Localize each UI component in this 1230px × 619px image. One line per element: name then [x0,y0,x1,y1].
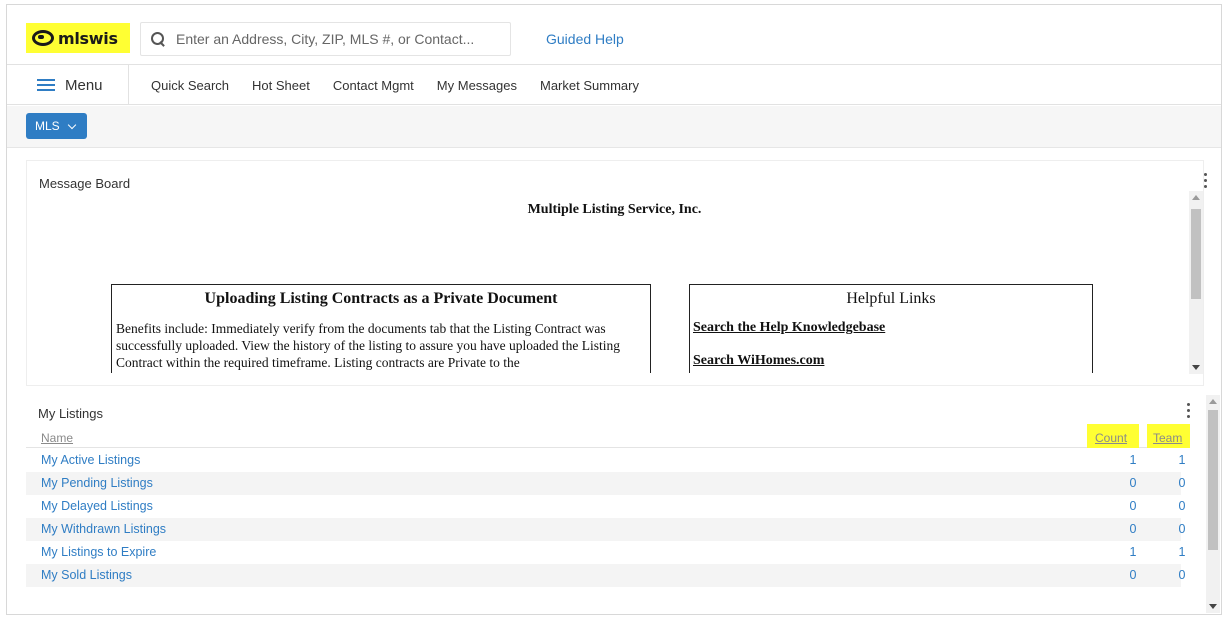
logo[interactable]: mlswis [26,23,130,53]
listing-count[interactable]: 0 [1127,499,1139,513]
scroll-up-icon[interactable] [1192,195,1200,200]
nav-item-market-summary[interactable]: Market Summary [540,78,639,93]
listing-count[interactable]: 0 [1127,568,1139,582]
wihomes-link[interactable]: Search WiHomes.com [693,353,1089,369]
message-board-title: Message Board [39,176,131,191]
listing-name-link[interactable]: My Listings to Expire [41,545,156,559]
hamburger-icon [37,79,55,91]
top-header: mlswis Guided Help [7,5,1221,65]
help-knowledgebase-link[interactable]: Search the Help Knowledgebase [693,320,1089,336]
table-row: My Listings to Expire 1 1 [26,541,1185,564]
message-board-panel: Message Board Multiple Listing Service, … [26,160,1207,386]
listing-count[interactable]: 0 [1127,476,1139,490]
listings-table-header: Name Count Team [26,424,1190,448]
table-row: My Withdrawn Listings 0 0 [26,518,1185,541]
listing-team[interactable]: 0 [1176,568,1188,582]
listing-name-link[interactable]: My Delayed Listings [41,499,153,513]
upload-contracts-title: Uploading Listing Contracts as a Private… [204,290,558,307]
helpful-links-title: Helpful Links [846,290,936,307]
my-listings-panel: My Listings Name Count Team My Active Li… [26,390,1204,610]
nav-item-my-messages[interactable]: My Messages [437,78,517,93]
logo-icon [32,30,54,46]
guided-help-link[interactable]: Guided Help [546,31,624,47]
table-row: My Pending Listings 0 0 [26,472,1185,495]
search-box[interactable] [140,22,511,56]
nav-item-contact-mgmt[interactable]: Contact Mgmt [333,78,414,93]
scroll-down-icon[interactable] [1209,604,1217,609]
nav-item-quick-search[interactable]: Quick Search [151,78,229,93]
upload-contracts-box: Uploading Listing Contracts as a Private… [111,284,651,373]
table-row: My Sold Listings 0 0 [26,564,1185,587]
column-header-count[interactable]: Count [1095,431,1127,445]
message-board-content: Multiple Listing Service, Inc. Uploading… [27,191,1187,373]
scrollbar-thumb[interactable] [1191,209,1201,299]
listing-team[interactable]: 1 [1176,453,1188,467]
listing-count[interactable]: 1 [1127,545,1139,559]
my-listings-scrollbar[interactable] [1206,395,1220,613]
menu-button[interactable]: Menu [7,65,129,105]
search-icon [151,31,166,47]
message-board-scrollbar[interactable] [1189,191,1203,374]
scroll-down-icon[interactable] [1192,365,1200,370]
mls-toolbar: MLS [7,106,1221,148]
table-row: My Delayed Listings 0 0 [26,495,1185,518]
listing-team[interactable]: 0 [1176,476,1188,490]
mls-button-label: MLS [35,119,60,133]
kebab-menu-icon[interactable] [1204,173,1208,189]
listing-name-link[interactable]: My Sold Listings [41,568,132,582]
search-input[interactable] [176,31,496,47]
column-header-name[interactable]: Name [41,431,73,445]
table-row: My Active Listings 1 1 [26,449,1185,472]
helpful-links-box: Helpful Links Search the Help Knowledgeb… [689,284,1093,373]
scroll-up-icon[interactable] [1209,399,1217,404]
column-header-team[interactable]: Team [1153,431,1182,445]
logo-text: mlswis [58,28,118,48]
listings-table-body: My Active Listings 1 1 My Pending Listin… [26,449,1185,587]
nav-item-hot-sheet[interactable]: Hot Sheet [252,78,310,93]
listing-team[interactable]: 1 [1176,545,1188,559]
menu-label: Menu [65,76,103,94]
kebab-menu-icon[interactable] [1187,403,1191,419]
nav-bar: Menu Quick Search Hot Sheet Contact Mgmt… [7,65,1221,105]
listing-team[interactable]: 0 [1176,522,1188,536]
nav-items: Quick Search Hot Sheet Contact Mgmt My M… [151,65,662,105]
upload-contracts-body: Benefits include: Immediately verify fro… [116,321,620,370]
message-board-heading: Multiple Listing Service, Inc. [527,202,702,217]
scrollbar-thumb[interactable] [1208,410,1218,550]
listing-count[interactable]: 0 [1127,522,1139,536]
listing-name-link[interactable]: My Active Listings [41,453,140,467]
app-window: mlswis Guided Help Menu Quick Search Hot… [6,4,1222,615]
listing-team[interactable]: 0 [1176,499,1188,513]
my-listings-title: My Listings [38,406,104,421]
listing-name-link[interactable]: My Withdrawn Listings [41,522,166,536]
listing-name-link[interactable]: My Pending Listings [41,476,153,490]
listing-count[interactable]: 1 [1127,453,1139,467]
mls-dropdown-button[interactable]: MLS [26,113,87,139]
chevron-down-icon [67,120,76,129]
